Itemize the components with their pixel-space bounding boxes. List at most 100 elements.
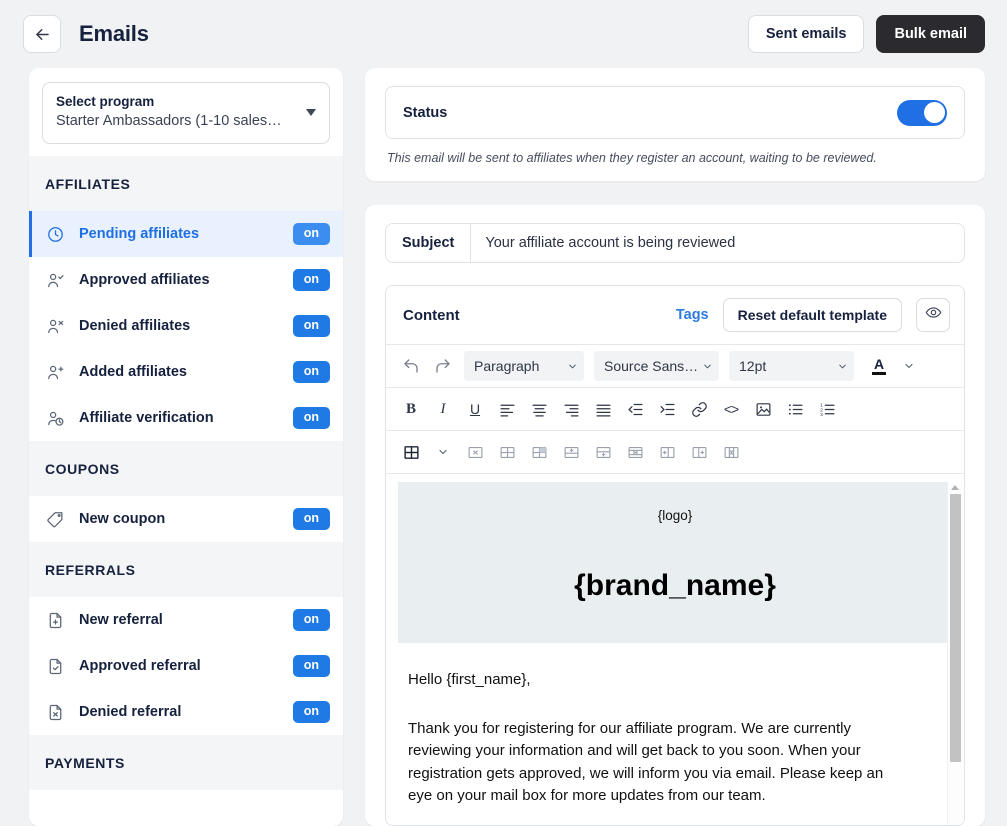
table-insert-row-above-icon	[564, 446, 578, 458]
status-badge[interactable]: on	[292, 655, 330, 677]
font-family-value: Source Sans…	[604, 358, 698, 374]
email-hero: {logo} {brand_name}	[398, 482, 952, 643]
align-right-button[interactable]	[556, 394, 586, 424]
content-header: Content Tags Reset default template	[386, 286, 964, 344]
status-badge[interactable]: on	[292, 701, 330, 723]
table-insert-row-above-button[interactable]	[556, 437, 586, 467]
sidebar-group-title: REFERRALS	[29, 542, 343, 597]
sidebar-item-label: Denied affiliates	[79, 318, 191, 334]
content-title: Content	[403, 306, 460, 324]
table-insert-column-before-button[interactable]	[652, 437, 682, 467]
table-insert-row-below-button[interactable]	[588, 437, 618, 467]
status-toggle[interactable]	[897, 99, 947, 126]
scroll-up-arrow-icon[interactable]	[951, 485, 959, 490]
subject-row: Subject Your affiliate account is being …	[385, 223, 965, 263]
redo-button[interactable]	[428, 351, 458, 381]
align-justify-icon	[595, 404, 611, 417]
align-justify-button[interactable]	[588, 394, 618, 424]
source-code-icon: <>	[723, 401, 739, 417]
bullet-list-button[interactable]	[780, 394, 810, 424]
align-left-button[interactable]	[492, 394, 522, 424]
font-family-select[interactable]: Source Sans…	[594, 351, 719, 381]
email-brand-name: {brand_name}	[574, 569, 776, 602]
italic-button[interactable]: I	[428, 394, 458, 424]
sidebar-item-denied-affiliates[interactable]: Denied affiliates on	[29, 303, 343, 349]
sidebar-item-new-referral[interactable]: New referral on	[29, 597, 343, 643]
block-format-select[interactable]: Paragraph	[464, 351, 584, 381]
sidebar-item-label: Approved affiliates	[79, 272, 210, 288]
back-button[interactable]	[23, 15, 61, 53]
program-select[interactable]: Select program Starter Ambassadors (1-10…	[42, 82, 330, 144]
chevron-down-icon	[306, 108, 316, 116]
table-delete-column-button[interactable]	[716, 437, 746, 467]
table-menu-button[interactable]	[428, 437, 458, 467]
numbered-list-button[interactable]: 123	[812, 394, 842, 424]
table-delete-button[interactable]	[460, 437, 490, 467]
file-plus-icon	[45, 610, 65, 630]
status-badge[interactable]: on	[292, 407, 330, 429]
status-badge[interactable]: on	[292, 361, 330, 383]
sidebar-group-title: COUPONS	[29, 441, 343, 496]
status-badge[interactable]: on	[292, 609, 330, 631]
email-text: Hello {first_name}, Thank you for regist…	[398, 669, 952, 808]
sidebar-item-label: Pending affiliates	[79, 226, 200, 242]
table-properties-button[interactable]	[492, 437, 522, 467]
indent-button[interactable]	[652, 394, 682, 424]
table-insert-column-after-button[interactable]	[684, 437, 714, 467]
sidebar: Select program Starter Ambassadors (1-10…	[29, 68, 343, 826]
sent-emails-button[interactable]: Sent emails	[747, 15, 865, 53]
text-color-button[interactable]: A	[866, 351, 892, 381]
editor-scrollbar[interactable]	[947, 482, 962, 825]
page-title: Emails	[79, 21, 149, 46]
sidebar-item-label: Denied referral	[79, 704, 182, 720]
sidebar-group-title: AFFILIATES	[29, 156, 343, 211]
source-code-button[interactable]: <>	[716, 394, 746, 424]
outdent-button[interactable]	[620, 394, 650, 424]
insert-image-icon	[756, 402, 770, 416]
sidebar-item-approved-referral[interactable]: Approved referral on	[29, 643, 343, 689]
arrow-left-icon	[33, 25, 52, 44]
preview-button[interactable]	[916, 298, 950, 332]
table-insert-column-before-icon	[660, 446, 674, 458]
subject-input[interactable]: Your affiliate account is being reviewed	[471, 224, 964, 262]
table-cell-properties-button[interactable]	[524, 437, 554, 467]
bullet-list-icon	[788, 403, 803, 415]
text-color-dropdown-button[interactable]	[894, 351, 924, 381]
sidebar-item-added-affiliates[interactable]: Added affiliates on	[29, 349, 343, 395]
bulk-email-button[interactable]: Bulk email	[876, 15, 985, 53]
table-delete-row-button[interactable]	[620, 437, 650, 467]
toolbar-row-format: Paragraph Source Sans… 12pt A	[386, 344, 964, 387]
undo-icon	[402, 357, 420, 375]
underline-button[interactable]: U	[460, 394, 490, 424]
sidebar-item-pending-affiliates[interactable]: Pending affiliates on	[29, 211, 343, 257]
table-delete-row-icon	[628, 446, 642, 458]
status-badge[interactable]: on	[292, 223, 330, 245]
clock-icon	[45, 224, 65, 244]
email-editor-body[interactable]: {logo} {brand_name} Hello {first_name}, …	[386, 473, 964, 825]
sidebar-item-new-coupon[interactable]: New coupon on	[29, 496, 343, 542]
status-badge[interactable]: on	[292, 315, 330, 337]
user-clock-icon	[45, 408, 65, 428]
redo-icon	[434, 357, 452, 375]
status-row: Status	[385, 86, 965, 139]
status-badge[interactable]: on	[292, 508, 330, 530]
sidebar-item-approved-affiliates[interactable]: Approved affiliates on	[29, 257, 343, 303]
table-button[interactable]	[396, 437, 426, 467]
align-center-button[interactable]	[524, 394, 554, 424]
program-select-label: Select program	[56, 94, 155, 109]
insert-image-button[interactable]	[748, 394, 778, 424]
font-size-select[interactable]: 12pt	[729, 351, 854, 381]
undo-button[interactable]	[396, 351, 426, 381]
chevron-down-icon	[704, 364, 711, 368]
tag-icon	[45, 509, 65, 529]
sidebar-group-title: PAYMENTS	[29, 735, 343, 790]
user-check-icon	[45, 270, 65, 290]
tags-link[interactable]: Tags	[676, 307, 709, 323]
scrollbar-thumb[interactable]	[950, 494, 961, 762]
reset-default-template-button[interactable]: Reset default template	[722, 298, 902, 332]
insert-link-button[interactable]	[684, 394, 714, 424]
status-badge[interactable]: on	[292, 269, 330, 291]
sidebar-item-denied-referral[interactable]: Denied referral on	[29, 689, 343, 735]
bold-button[interactable]: B	[396, 394, 426, 424]
sidebar-item-affiliate-verification[interactable]: Affiliate verification on	[29, 395, 343, 441]
